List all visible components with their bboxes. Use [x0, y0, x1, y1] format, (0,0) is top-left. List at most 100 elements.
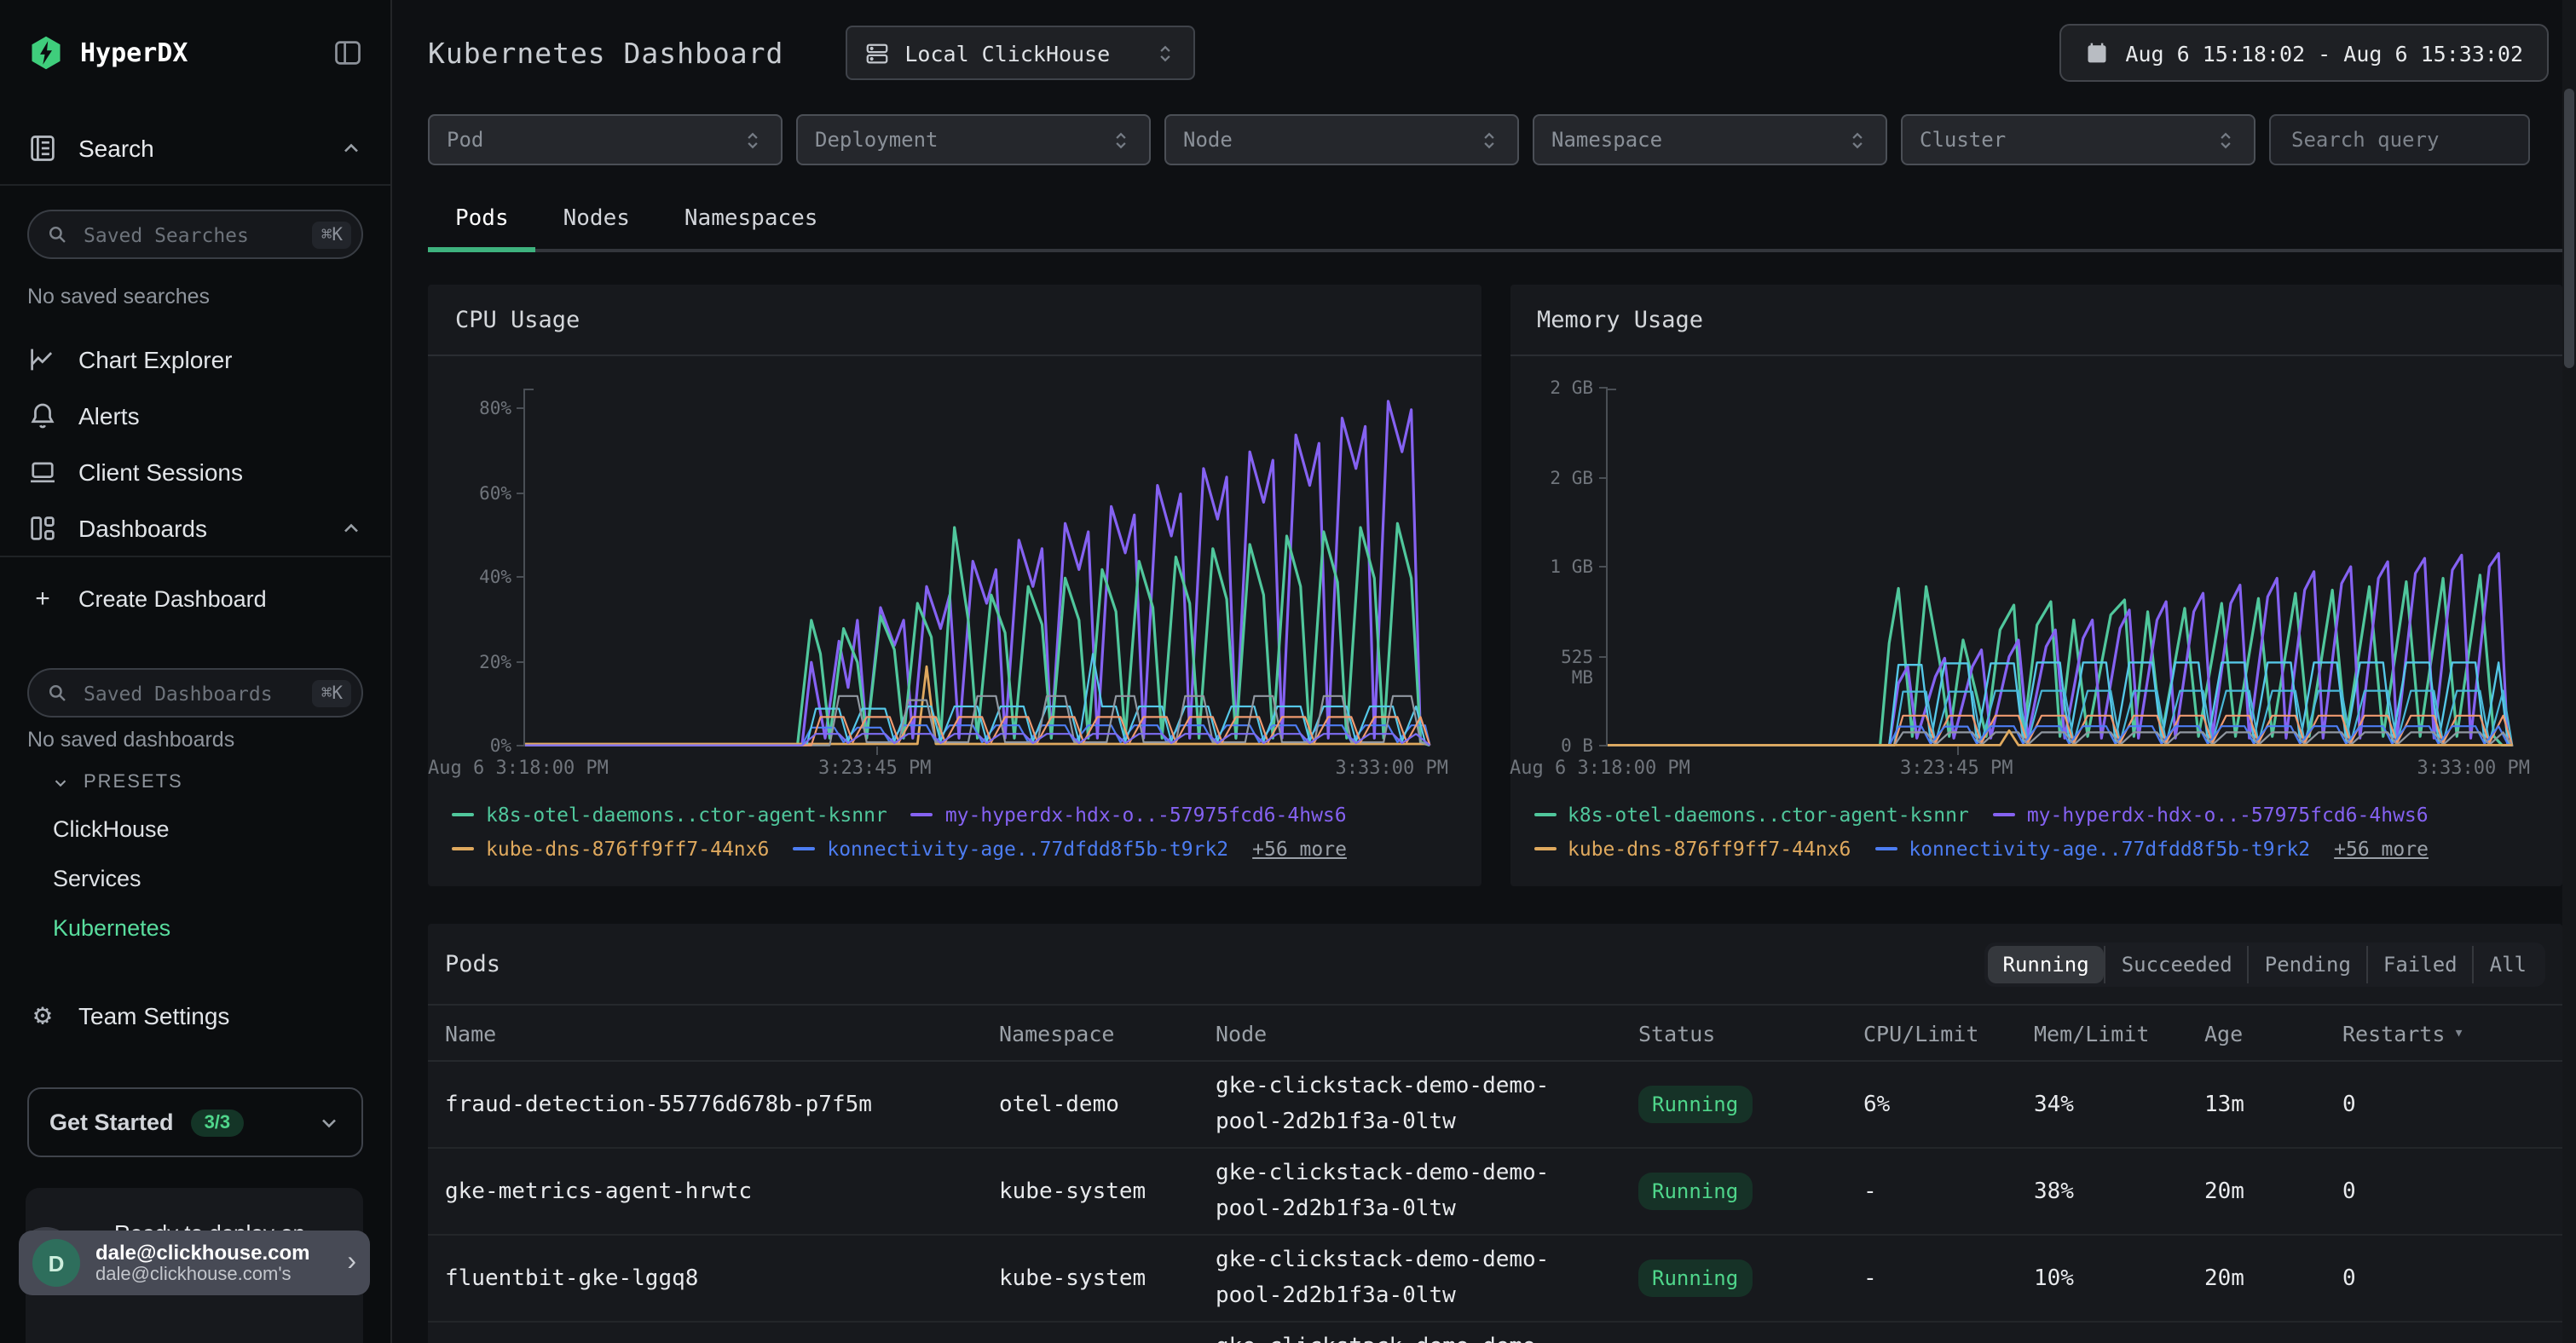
create-dashboard-button[interactable]: + Create Dashboard — [0, 574, 390, 622]
shortcut-badge: ⌘K — [313, 679, 351, 706]
saved-dashboards-input[interactable] — [80, 679, 313, 706]
hyperdx-app: HyperDX Search ⌘K No saved searches — [0, 0, 2576, 1343]
time-range-text: Aug 6 15:18:02 - Aug 6 15:33:02 — [2125, 40, 2523, 66]
charts-row: CPU Usage 80%60%40%20%0% Aug 6 3:18:00 P… — [428, 285, 2562, 886]
legend-item[interactable]: k8s-otel-daemons..ctor-agent-ksnnr — [1533, 803, 1969, 827]
pod-restarts: 0 — [2342, 1179, 2562, 1204]
chevron-up-icon[interactable] — [339, 516, 363, 539]
table-row[interactable]: fraud-detection-55776d678b-p7f5m otel-de… — [428, 1062, 2562, 1149]
page-title: Kubernetes Dashboard — [428, 37, 783, 69]
sidebar-section-search[interactable]: Search — [0, 130, 390, 167]
get-started-progress-badge: 3/3 — [191, 1109, 245, 1136]
logo-row: HyperDX — [0, 0, 390, 72]
time-range-picker[interactable]: Aug 6 15:18:02 - Aug 6 15:33:02 — [2059, 24, 2549, 82]
laptop-icon — [27, 456, 58, 487]
filter-select[interactable]: Pod — [428, 114, 783, 165]
legend-color-dash — [793, 847, 815, 850]
pod-cpu: - — [1863, 1265, 2034, 1291]
col-cpu-limit[interactable]: CPU/Limit — [1863, 1020, 2034, 1046]
cpu-plot-area[interactable] — [523, 389, 1448, 746]
sidebar-item-team-settings[interactable]: ⚙ Team Settings — [0, 995, 390, 1036]
x-axis-tick — [1958, 746, 1960, 755]
sidebar-item-search-label: Search — [78, 135, 339, 162]
memory-chart: 2 GB2 GB1 GB525 MB0 B — [1510, 389, 2562, 746]
sidebar-item-alerts[interactable]: Alerts — [0, 387, 390, 443]
presets-list: ClickHouse Services Kubernetes — [0, 815, 390, 942]
pod-status: Running — [1638, 1086, 1863, 1123]
chevron-right-icon: › — [347, 1248, 356, 1278]
cpu-chart: 80%60%40%20%0% — [428, 389, 1481, 746]
col-namespace[interactable]: Namespace — [999, 1020, 1216, 1046]
tab-bar: Pods Nodes Namespaces — [428, 196, 2562, 252]
chevron-down-icon — [317, 1110, 341, 1134]
legend-item[interactable]: k8s-otel-daemons..ctor-agent-ksnnr — [452, 803, 887, 827]
sidebar-preset-item[interactable]: Services — [0, 864, 390, 893]
memory-plot-area[interactable] — [1605, 389, 2530, 746]
pod-mem: 34% — [2034, 1092, 2204, 1117]
legend-item[interactable]: my-hyperdx-hdx-o..-57975fcd6-4hws6 — [911, 803, 1347, 827]
memory-usage-panel: Memory Usage 2 GB2 GB1 GB525 MB0 B Aug 6… — [1510, 285, 2562, 886]
search-query-input[interactable] — [2288, 126, 2511, 153]
status-filter-button[interactable]: All — [2473, 945, 2542, 983]
table-row[interactable]: fluentbit-gke-lggq8 kube-system gke-clic… — [428, 1236, 2562, 1323]
col-mem-limit[interactable]: Mem/Limit — [2034, 1020, 2204, 1046]
status-filter-button[interactable]: Failed — [2366, 945, 2473, 983]
cpu-legend: k8s-otel-daemons..ctor-agent-ksnnr my-hy… — [428, 803, 1481, 861]
sidebar-item-chart-explorer[interactable]: Chart Explorer — [0, 331, 390, 387]
col-age[interactable]: Age — [2204, 1020, 2342, 1046]
legend-item[interactable]: konnectivity-age..77dfdd8f5b-t9rk2 — [1874, 837, 2310, 861]
pod-node: gke-clickstack-demo-demo- pool-2d2b1f3a-… — [1216, 1156, 1638, 1227]
pod-status: Running — [1638, 1259, 1863, 1297]
filter-select[interactable]: Deployment — [796, 114, 1151, 165]
plus-icon: + — [27, 584, 58, 613]
sidebar-preset-item[interactable]: ClickHouse — [0, 815, 390, 844]
table-row[interactable]: gke-metrics-agent-hrwtc kube-system gke-… — [428, 1149, 2562, 1236]
search-section-icon — [27, 133, 58, 164]
tab[interactable]: Namespaces — [657, 196, 846, 249]
sidebar-item-client-sessions[interactable]: Client Sessions — [0, 443, 390, 499]
collapse-sidebar-icon[interactable] — [332, 37, 363, 68]
sidebar-divider — [0, 556, 390, 557]
legend-item[interactable]: my-hyperdx-hdx-o..-57975fcd6-4hws6 — [1993, 803, 2429, 827]
main-content: Kubernetes Dashboard Local ClickHouse Au… — [392, 0, 2576, 1343]
datasource-select[interactable]: Local ClickHouse — [845, 26, 1195, 80]
sidebar-preset-item[interactable]: Kubernetes — [0, 914, 390, 942]
status-filter-button[interactable]: Running — [1988, 945, 2105, 983]
saved-searches-input[interactable] — [80, 221, 313, 248]
scrollbar-thumb[interactable] — [2564, 89, 2574, 368]
legend-item[interactable]: kube-dns-876ff9ff7-44nx6 — [452, 837, 769, 861]
filter-select[interactable]: Namespace — [1533, 114, 1887, 165]
table-row[interactable]: gke-clickstack-demo-demo- — [428, 1323, 2562, 1343]
cpu-lines — [525, 389, 1448, 746]
topbar: Kubernetes Dashboard Local ClickHouse Au… — [392, 0, 2576, 80]
chart-title: CPU Usage — [455, 306, 580, 333]
memory-panel-header[interactable]: Memory Usage — [1510, 285, 2562, 356]
tab[interactable]: Pods — [428, 196, 536, 249]
chevron-up-icon[interactable] — [339, 136, 363, 160]
legend-more-link[interactable]: +56 more — [2334, 837, 2429, 861]
tab[interactable]: Nodes — [536, 196, 657, 249]
calendar-icon — [2084, 41, 2108, 65]
legend-item[interactable]: kube-dns-876ff9ff7-44nx6 — [1533, 837, 1851, 861]
legend-more-link[interactable]: +56 more — [1252, 837, 1347, 861]
vertical-scrollbar[interactable] — [2562, 0, 2576, 1343]
col-name[interactable]: Name — [428, 1020, 999, 1046]
sidebar-item-dashboards[interactable]: Dashboards — [0, 499, 390, 556]
col-status[interactable]: Status — [1638, 1020, 1863, 1046]
legend-color-dash — [911, 813, 933, 816]
filter-select[interactable]: Node — [1164, 114, 1519, 165]
sort-desc-icon: ▾ — [2453, 1023, 2463, 1042]
get-started-button[interactable]: Get Started 3/3 — [27, 1087, 363, 1157]
user-account-button[interactable]: D dale@clickhouse.com dale@clickhouse.co… — [19, 1231, 370, 1295]
search-icon — [46, 682, 68, 704]
col-restarts[interactable]: Restarts ▾ — [2342, 1020, 2562, 1046]
col-node[interactable]: Node — [1216, 1020, 1638, 1046]
status-filter-button[interactable]: Succeeded — [2105, 945, 2248, 983]
legend-item[interactable]: konnectivity-age..77dfdd8f5b-t9rk2 — [793, 837, 1228, 861]
filter-select[interactable]: Cluster — [1901, 114, 2255, 165]
pod-name: fraud-detection-55776d678b-p7f5m — [428, 1092, 999, 1117]
status-filter-button[interactable]: Pending — [2248, 945, 2366, 983]
cpu-panel-header[interactable]: CPU Usage — [428, 285, 1481, 356]
chevron-down-icon — [51, 773, 70, 792]
presets-toggle[interactable]: PRESETS — [0, 770, 390, 794]
